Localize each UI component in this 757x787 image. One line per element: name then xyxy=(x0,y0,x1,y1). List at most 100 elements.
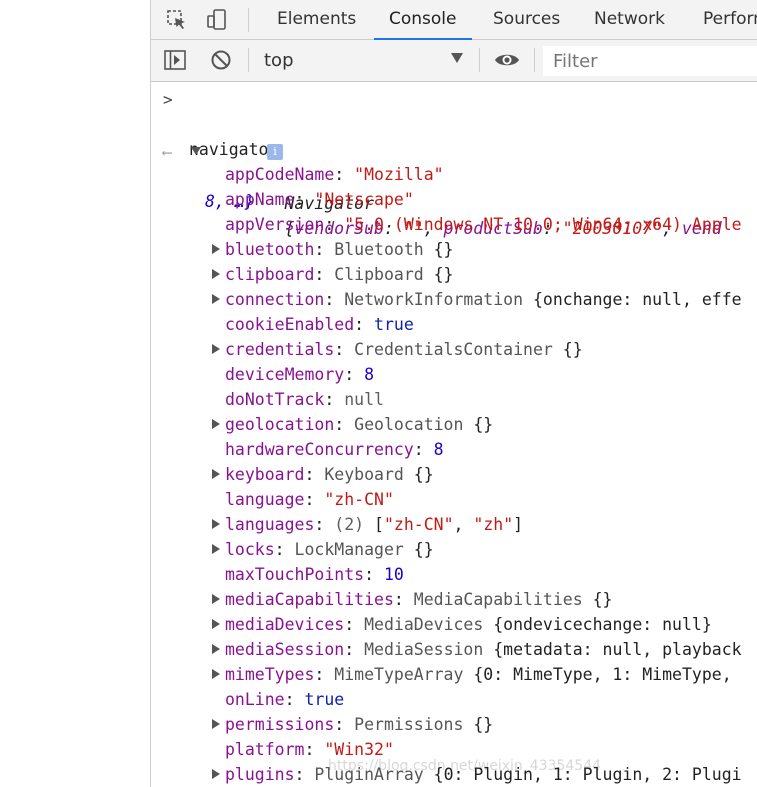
expand-triangle-icon[interactable] xyxy=(212,594,220,604)
property-class: LockManager xyxy=(294,540,404,559)
property-key: language xyxy=(225,490,305,509)
property-content: mimeTypes: MimeTypeArray {0: MimeType, 1… xyxy=(225,665,732,684)
property-content: geolocation: Geolocation {} xyxy=(225,415,494,434)
property-value: {} xyxy=(473,415,494,434)
property-class: Permissions xyxy=(354,715,464,734)
property-value: {} xyxy=(592,590,613,609)
expand-triangle-icon[interactable] xyxy=(212,619,220,629)
property-class: Keyboard xyxy=(324,465,404,484)
tab-network[interactable]: Network xyxy=(594,0,665,39)
property-row[interactable]: languages: (2) ["zh-CN", "zh"] xyxy=(151,512,757,537)
tab-sources[interactable]: Sources xyxy=(493,0,560,39)
console-result-line[interactable]: ⟵ Navigator {vendorSub: "", productSub: … xyxy=(151,116,757,238)
console-toolbar: top xyxy=(151,40,757,82)
property-value: {} xyxy=(473,715,494,734)
expand-triangle-icon[interactable] xyxy=(212,644,220,654)
property-content: appName: "Netscape" xyxy=(225,190,414,209)
property-key: locks xyxy=(225,540,275,559)
inspect-element-icon[interactable] xyxy=(163,6,191,34)
property-row[interactable]: locks: LockManager {} xyxy=(151,537,757,562)
tab-performance[interactable]: Perform xyxy=(703,0,757,39)
sidebar-toggle-icon[interactable] xyxy=(161,46,189,74)
property-key: hardwareConcurrency xyxy=(225,440,414,459)
property-content: appVersion: "5.0 (Windows NT 10.0; Win64… xyxy=(225,215,742,234)
property-value: {ondevicechange: null} xyxy=(493,615,712,634)
property-key: bluetooth xyxy=(225,240,315,259)
expand-triangle-icon[interactable] xyxy=(212,519,220,529)
filter-input[interactable] xyxy=(543,46,757,76)
property-value: {} xyxy=(413,540,434,559)
context-selector[interactable]: top xyxy=(264,40,294,81)
property-row[interactable]: mediaSession: MediaSession {metadata: nu… xyxy=(151,637,757,662)
property-row[interactable]: permissions: Permissions {} xyxy=(151,712,757,737)
property-content: hardwareConcurrency: 8 xyxy=(225,440,444,459)
property-class: MediaDevices xyxy=(364,615,484,634)
tab-elements[interactable]: Elements xyxy=(277,0,356,39)
property-row: doNotTrack: null xyxy=(151,387,757,412)
toolbar-divider xyxy=(248,48,249,72)
expand-triangle-icon[interactable] xyxy=(212,294,220,304)
expand-triangle-icon[interactable] xyxy=(212,544,220,554)
property-row: appName: "Netscape" xyxy=(151,187,757,212)
property-row[interactable]: mediaCapabilities: MediaCapabilities {} xyxy=(151,587,757,612)
property-key: mediaDevices xyxy=(225,615,345,634)
context-dropdown-arrow-icon[interactable] xyxy=(451,53,463,63)
property-key: appVersion xyxy=(225,215,325,234)
property-content: connection: NetworkInformation {onchange… xyxy=(225,290,742,309)
prompt-chevron-icon: > xyxy=(163,90,173,109)
property-key: deviceMemory xyxy=(225,365,345,384)
expand-triangle-icon[interactable] xyxy=(212,669,220,679)
expand-triangle-icon[interactable] xyxy=(191,147,201,155)
property-key: credentials xyxy=(225,340,335,359)
property-row[interactable]: geolocation: Geolocation {} xyxy=(151,412,757,437)
property-row[interactable]: bluetooth: Bluetooth {} xyxy=(151,237,757,262)
property-content: language: "zh-CN" xyxy=(225,490,394,509)
device-toolbar-icon[interactable] xyxy=(203,6,231,34)
property-key: permissions xyxy=(225,715,335,734)
property-content: locks: LockManager {} xyxy=(225,540,434,559)
expand-triangle-icon[interactable] xyxy=(212,769,220,779)
clear-console-icon[interactable] xyxy=(207,46,235,74)
live-expression-eye-icon[interactable] xyxy=(493,46,521,74)
property-row[interactable]: connection: NetworkInformation {onchange… xyxy=(151,287,757,312)
devtools-tabbar: Elements Console Sources Network Perform xyxy=(151,0,757,40)
property-content: credentials: CredentialsContainer {} xyxy=(225,340,583,359)
property-content: maxTouchPoints: 10 xyxy=(225,565,404,584)
property-value: 10 xyxy=(383,565,404,584)
property-key: mediaSession xyxy=(225,640,345,659)
property-row[interactable]: clipboard: Clipboard {} xyxy=(151,262,757,287)
property-content: cookieEnabled: true xyxy=(225,315,414,334)
property-value: {0: MimeType, 1: MimeType, xyxy=(473,665,732,684)
property-row[interactable]: keyboard: Keyboard {} xyxy=(151,462,757,487)
property-class: MimeTypeArray xyxy=(334,665,464,684)
property-content: clipboard: Clipboard {} xyxy=(225,265,454,284)
devtools-panel: Elements Console Sources Network Perform… xyxy=(151,0,757,787)
property-value: {} xyxy=(562,340,583,359)
property-value: {} xyxy=(413,465,434,484)
property-value: null xyxy=(344,390,384,409)
expand-triangle-icon[interactable] xyxy=(212,244,220,254)
property-row[interactable]: credentials: CredentialsContainer {} xyxy=(151,337,757,362)
property-content: permissions: Permissions {} xyxy=(225,715,494,734)
property-value: "5.0 (Windows NT 10.0; Win64; x64) Apple xyxy=(344,215,742,234)
property-key: doNotTrack xyxy=(225,390,325,409)
property-row[interactable]: mimeTypes: MimeTypeArray {0: MimeType, 1… xyxy=(151,662,757,687)
toolbar-divider xyxy=(248,8,249,32)
property-row: cookieEnabled: true xyxy=(151,312,757,337)
property-value: "Netscape" xyxy=(314,190,414,209)
info-icon[interactable]: i xyxy=(267,144,283,160)
tab-console[interactable]: Console xyxy=(374,0,471,40)
array-item: "zh" xyxy=(473,515,514,534)
expand-triangle-icon[interactable] xyxy=(212,269,220,279)
property-key: mediaCapabilities xyxy=(225,590,394,609)
expand-triangle-icon[interactable] xyxy=(212,419,220,429)
expand-triangle-icon[interactable] xyxy=(212,344,220,354)
property-key: maxTouchPoints xyxy=(225,565,365,584)
property-row[interactable]: mediaDevices: MediaDevices {ondevicechan… xyxy=(151,612,757,637)
expand-triangle-icon[interactable] xyxy=(212,469,220,479)
expand-triangle-icon[interactable] xyxy=(212,719,220,729)
property-value: 8 xyxy=(364,365,375,384)
console-output: > navigator ⟵ Navigator {vendorSub: "", … xyxy=(151,82,757,787)
property-key: onLine xyxy=(225,690,285,709)
toolbar-divider xyxy=(479,48,480,72)
